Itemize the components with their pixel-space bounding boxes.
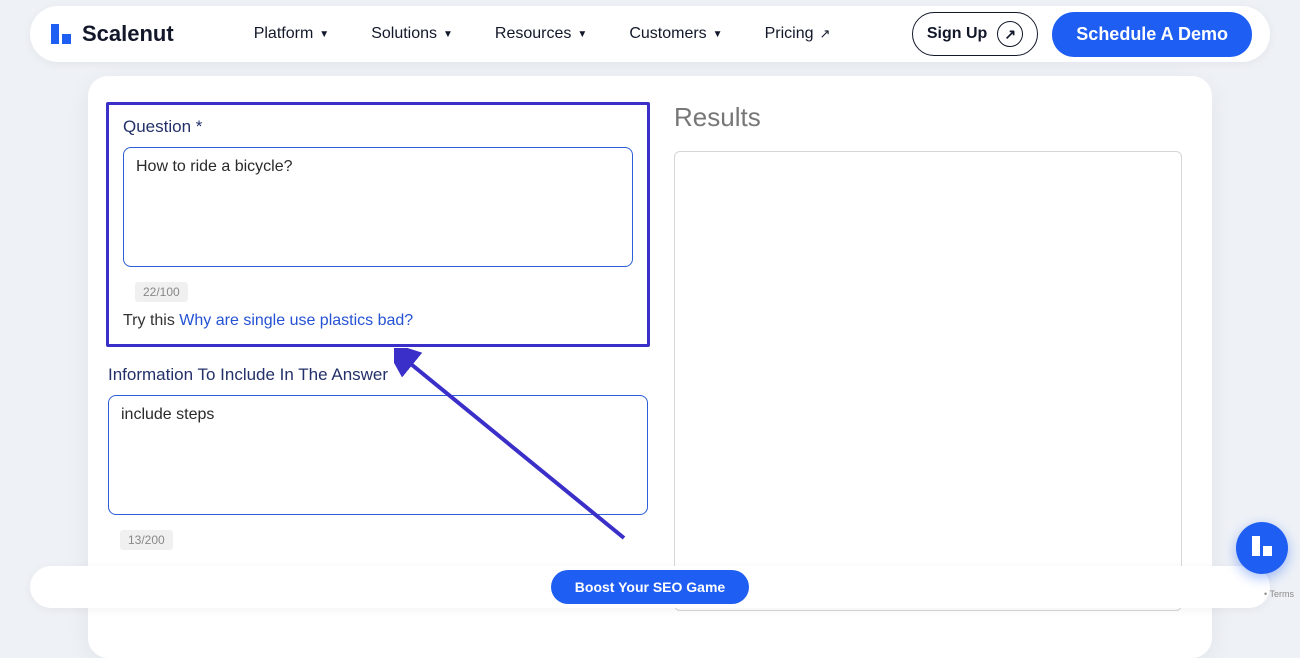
- chevron-down-icon: ▼: [713, 29, 723, 40]
- nav-customers[interactable]: Customers ▼: [629, 25, 722, 43]
- arrow-up-right-icon: ↗: [997, 21, 1023, 47]
- info-block: Information To Include In The Answer 13/…: [106, 365, 650, 596]
- info-char-counter: 13/200: [120, 530, 173, 550]
- nav-resources[interactable]: Resources ▼: [495, 25, 587, 43]
- chat-icon: [1249, 533, 1275, 564]
- question-input[interactable]: [123, 147, 633, 267]
- boost-seo-button[interactable]: Boost Your SEO Game: [551, 570, 749, 604]
- try-example-link[interactable]: Why are single use plastics bad?: [179, 312, 413, 329]
- footer-bar: Boost Your SEO Game: [30, 566, 1270, 608]
- external-link-icon: ↗: [819, 26, 830, 42]
- main-nav: Platform ▼ Solutions ▼ Resources ▼ Custo…: [254, 25, 912, 43]
- logo-icon: [48, 21, 74, 47]
- question-block-highlighted: Question * 22/100 Try this Why are singl…: [106, 102, 650, 347]
- question-char-counter: 22/100: [135, 282, 188, 302]
- chat-widget-button[interactable]: [1236, 522, 1288, 574]
- brand-name: Scalenut: [82, 21, 174, 47]
- brand-logo[interactable]: Scalenut: [48, 21, 174, 47]
- chevron-down-icon: ▼: [319, 29, 329, 40]
- results-output: [674, 151, 1182, 611]
- header: Scalenut Platform ▼ Solutions ▼ Resource…: [30, 6, 1270, 62]
- schedule-demo-button[interactable]: Schedule A Demo: [1052, 12, 1252, 57]
- nav-solutions[interactable]: Solutions ▼: [371, 25, 453, 43]
- question-label: Question *: [123, 117, 633, 137]
- chevron-down-icon: ▼: [443, 29, 453, 40]
- recaptcha-terms[interactable]: • Terms: [1264, 590, 1294, 600]
- info-label: Information To Include In The Answer: [108, 365, 648, 385]
- chevron-down-icon: ▼: [577, 29, 587, 40]
- signup-button[interactable]: Sign Up ↗: [912, 12, 1038, 56]
- try-this-line: Try this Why are single use plastics bad…: [123, 312, 633, 330]
- nav-pricing[interactable]: Pricing ↗: [765, 25, 831, 43]
- header-actions: Sign Up ↗ Schedule A Demo: [912, 12, 1252, 57]
- info-input[interactable]: [108, 395, 648, 515]
- nav-platform[interactable]: Platform ▼: [254, 25, 329, 43]
- results-title: Results: [674, 102, 1182, 133]
